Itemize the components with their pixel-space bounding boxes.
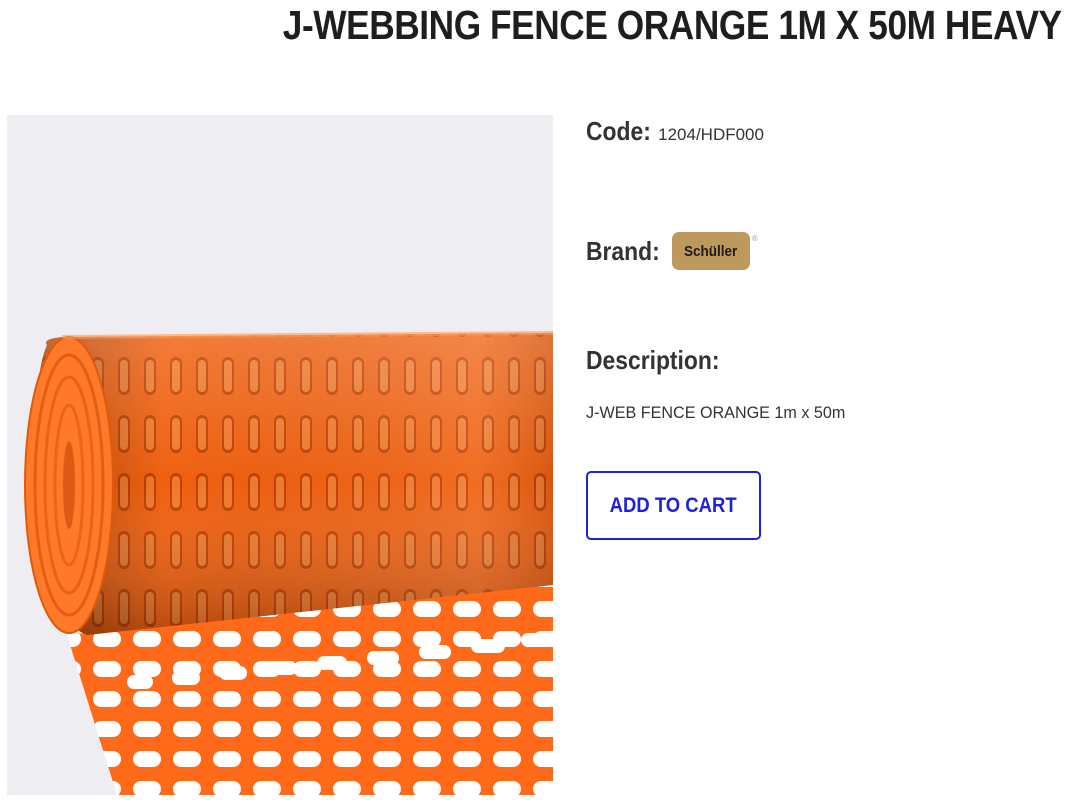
description-text: J-WEB FENCE ORANGE 1m x 50m xyxy=(586,403,846,422)
product-code: Code: 1204/HDF000 xyxy=(586,116,764,147)
product-brand: Brand: Schüller ® xyxy=(586,195,758,307)
add-to-cart-label: ADD TO CART xyxy=(610,493,737,517)
product-image xyxy=(7,115,553,795)
description-heading: Description: xyxy=(586,345,738,376)
description-label: Description: xyxy=(586,345,720,375)
brand-logo-text: Schüller xyxy=(684,242,738,260)
fence-roll-illustration xyxy=(7,115,553,795)
code-label: Code: xyxy=(586,116,651,146)
brand-logo[interactable]: Schüller ® xyxy=(666,195,758,307)
brand-logo-badge: Schüller ® xyxy=(671,232,758,270)
code-value: 1204/HDF000 xyxy=(658,125,764,144)
product-title: J-WEBBING FENCE ORANGE 1M X 50M HEAVY xyxy=(283,2,1062,48)
registered-mark: ® xyxy=(751,234,758,243)
add-to-cart-button[interactable]: ADD TO CART xyxy=(586,471,761,540)
brand-label: Brand: xyxy=(586,235,660,266)
product-page: J-WEBBING FENCE ORANGE 1M X 50M HEAVY Co… xyxy=(0,0,1080,800)
